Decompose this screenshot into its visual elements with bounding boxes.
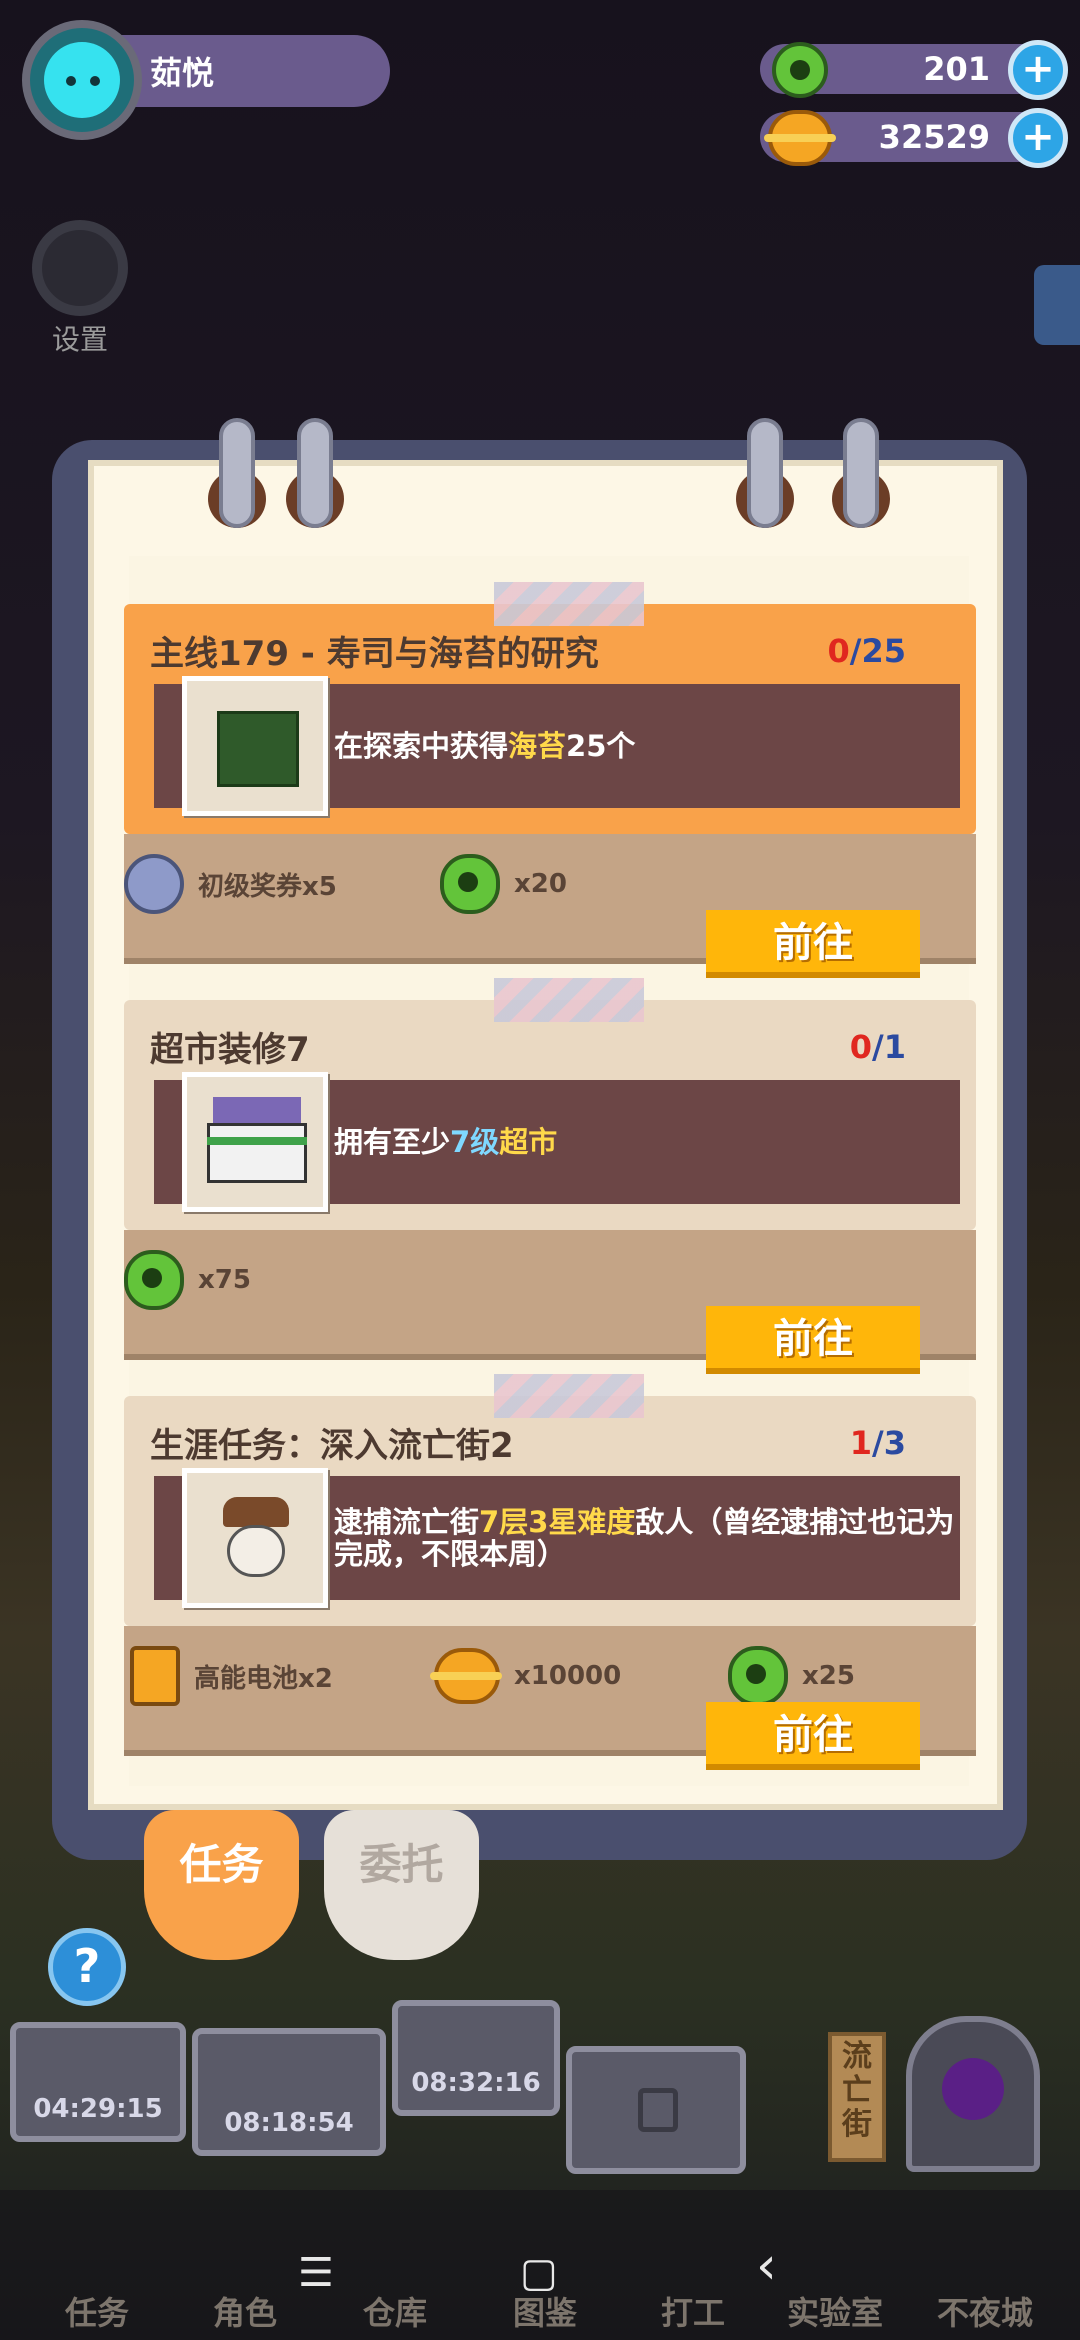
- add-donut-button[interactable]: +: [1008, 40, 1068, 100]
- work-machine[interactable]: 08:18:54: [192, 2028, 386, 2156]
- reward-item: 高能电池x2: [130, 1646, 333, 1706]
- street-sign: 流亡街: [828, 2032, 886, 2162]
- pirate-skull-icon: [182, 1468, 328, 1608]
- binder-ring: [297, 418, 333, 528]
- task-rewards: 初级奖券x5 x20 前往: [124, 834, 976, 978]
- work-machine[interactable]: 08:32:16: [392, 2000, 560, 2116]
- reward-item: x75: [124, 1250, 251, 1310]
- recent-apps-icon[interactable]: ☰: [298, 2250, 334, 2296]
- add-coin-button[interactable]: +: [1008, 108, 1068, 168]
- ticket-icon: [124, 854, 184, 914]
- help-button[interactable]: ?: [48, 1928, 126, 2006]
- nav-work[interactable]: 打工: [618, 2288, 768, 2334]
- gear-icon[interactable]: [32, 220, 128, 316]
- coin-icon: [764, 110, 836, 166]
- task-progress: 0/25: [827, 632, 906, 670]
- go-button[interactable]: 前往: [706, 1306, 920, 1374]
- cat-face-icon: [44, 42, 120, 118]
- coin-count: 32529: [878, 118, 990, 156]
- task-description-box: 在探索中获得海苔25个: [154, 676, 960, 816]
- task-description-box: 拥有至少7级超市: [154, 1072, 960, 1212]
- scissors-icon[interactable]: [1034, 265, 1080, 345]
- home-icon[interactable]: ▢: [520, 2250, 558, 2296]
- task-description-box: 逮捕流亡街7层3星难度敌人（曾经逮捕过也记为完成，不限本周）: [154, 1468, 960, 1608]
- donut-icon: [728, 1646, 788, 1706]
- task-title: 超市装修7: [150, 1030, 310, 1070]
- reward-item: x20: [440, 854, 567, 914]
- tab-commission[interactable]: 委托: [324, 1810, 479, 1960]
- nav-tasks[interactable]: 任务: [22, 2288, 172, 2334]
- nav-lab[interactable]: 实验室: [760, 2288, 910, 2334]
- go-button[interactable]: 前往: [706, 910, 920, 978]
- work-machine[interactable]: 04:29:15: [10, 2022, 186, 2142]
- binder-ring: [747, 418, 783, 528]
- portal-icon: [942, 2058, 1004, 2120]
- coin-icon: [430, 1648, 502, 1704]
- back-icon[interactable]: ‹: [756, 2236, 777, 2296]
- task-rewards: x75 前往: [124, 1230, 976, 1374]
- binder-ring: [843, 418, 879, 528]
- task-description: 在探索中获得海苔25个: [334, 729, 636, 763]
- nav-nightcity[interactable]: 不夜城: [910, 2288, 1060, 2334]
- battery-icon: [130, 1646, 180, 1706]
- seaweed-icon: [182, 676, 328, 816]
- portal-gate[interactable]: [906, 2016, 1040, 2172]
- avatar[interactable]: [22, 20, 142, 140]
- settings-label: 设置: [52, 323, 109, 356]
- reward-item: 初级奖券x5: [124, 854, 337, 914]
- donut-count: 201: [923, 50, 990, 88]
- supermarket-icon: [182, 1072, 328, 1212]
- donut-icon: [124, 1250, 184, 1310]
- binder-ring: [219, 418, 255, 528]
- nav-warehouse[interactable]: 仓库: [320, 2288, 470, 2334]
- reward-item: x10000: [430, 1646, 621, 1706]
- task-description: 拥有至少7级超市: [334, 1125, 558, 1159]
- go-button[interactable]: 前往: [706, 1702, 920, 1770]
- task-progress: 0/1: [849, 1028, 906, 1066]
- task-description: 逮捕流亡街7层3星难度敌人（曾经逮捕过也记为完成，不限本周）: [334, 1505, 955, 1571]
- donut-icon: [440, 854, 500, 914]
- task-progress: 1/3: [849, 1424, 906, 1462]
- reward-item: x25: [728, 1646, 855, 1706]
- task-title: 主线179 - 寿司与海苔的研究: [150, 634, 599, 674]
- donut-icon: [772, 42, 828, 98]
- player-name: 茹悦: [150, 54, 215, 92]
- lock-icon: [638, 2088, 678, 2132]
- locked-machine[interactable]: [566, 2046, 746, 2174]
- tab-tasks[interactable]: 任务: [144, 1810, 299, 1960]
- task-title: 生涯任务：深入流亡街2: [150, 1426, 514, 1466]
- task-rewards: 高能电池x2 x10000 x25 前往: [124, 1626, 976, 1770]
